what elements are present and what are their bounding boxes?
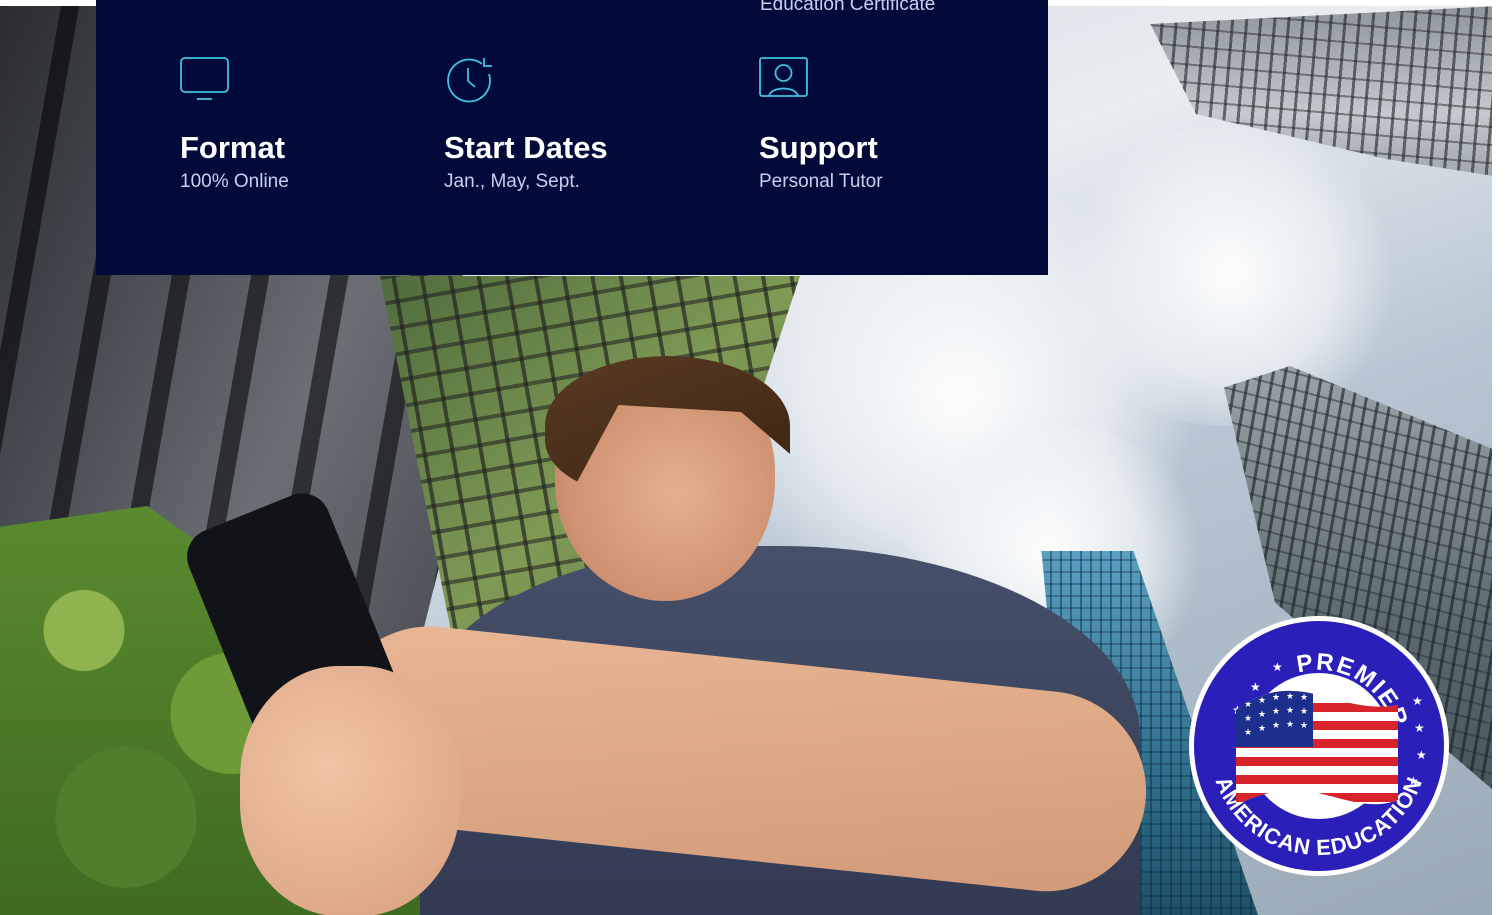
svg-text:★: ★ — [1300, 707, 1308, 717]
monitor-icon — [180, 56, 230, 104]
start-dates-value: Jan., May, Sept. — [444, 171, 580, 192]
svg-text:★: ★ — [1272, 660, 1283, 674]
svg-text:★: ★ — [1250, 680, 1261, 694]
svg-text:★: ★ — [1414, 721, 1425, 735]
person-hand — [240, 666, 460, 915]
svg-text:★: ★ — [1244, 728, 1252, 738]
premier-american-education-badge: PREMIER AMERICAN EDUCATION ★ ★ ★ ★ ★ ★ ★ — [1188, 615, 1450, 877]
info-item-start-dates: Start Dates Jan., May, Sept. — [444, 56, 608, 194]
svg-text:★: ★ — [1272, 721, 1280, 731]
certificate-label: Education Certificate — [760, 0, 936, 15]
cloud — [1050, 126, 1410, 426]
svg-text:★: ★ — [1416, 748, 1427, 762]
support-value: Personal Tutor — [759, 171, 883, 192]
svg-text:★: ★ — [1272, 693, 1280, 703]
svg-text:★: ★ — [1412, 694, 1423, 708]
svg-text:★: ★ — [1286, 706, 1294, 716]
svg-text:★: ★ — [1286, 692, 1294, 702]
svg-text:★: ★ — [1258, 710, 1266, 720]
svg-text:★: ★ — [1286, 720, 1294, 730]
clock-refresh-icon — [444, 56, 494, 104]
info-item-format: Format 100% Online — [180, 56, 289, 194]
svg-text:★: ★ — [1244, 714, 1252, 724]
support-title: Support — [759, 130, 878, 165]
user-portrait-icon — [759, 56, 809, 104]
svg-text:★: ★ — [1408, 774, 1419, 788]
svg-text:★: ★ — [1300, 721, 1308, 731]
program-info-card: Education Certificate Format 100% Online… — [96, 0, 1048, 275]
format-title: Format — [180, 130, 286, 165]
svg-text:★: ★ — [1258, 724, 1266, 734]
format-value: 100% Online — [180, 171, 289, 192]
svg-text:★: ★ — [1258, 696, 1266, 706]
start-dates-title: Start Dates — [444, 130, 608, 165]
svg-text:★: ★ — [1272, 707, 1280, 717]
svg-text:★: ★ — [1300, 693, 1308, 703]
info-item-support: Support Personal Tutor — [759, 56, 883, 194]
